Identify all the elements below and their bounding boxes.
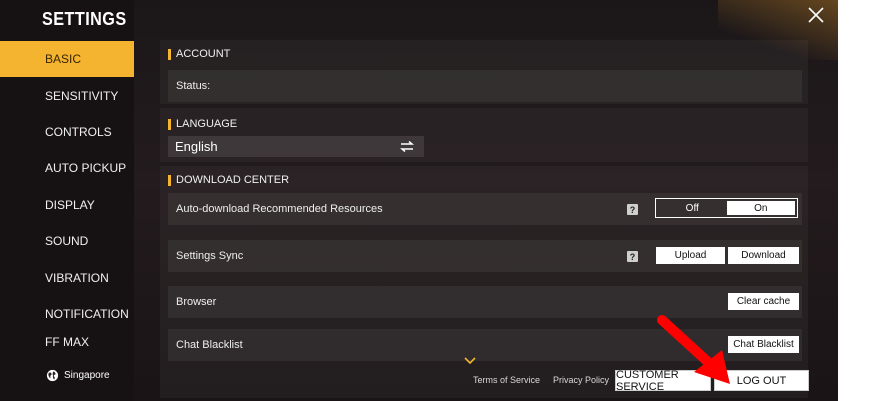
account-status-row: Status:: [168, 70, 802, 102]
help-icon[interactable]: ?: [627, 251, 638, 262]
sidebar-item-auto-pickup[interactable]: AUTO PICKUP: [0, 150, 134, 186]
sidebar-nav: BASIC SENSITIVITY CONTROLS AUTO PICKUP D…: [0, 41, 134, 352]
swap-arrows-icon: [400, 141, 414, 152]
section-accent-bar: [168, 48, 171, 60]
sidebar-item-controls[interactable]: CONTROLS: [0, 114, 134, 150]
section-accent-bar: [168, 174, 171, 186]
sidebar-item-display[interactable]: DISPLAY: [0, 187, 134, 223]
download-center-title-label: DOWNLOAD CENTER: [176, 174, 290, 186]
account-title-label: ACCOUNT: [176, 48, 231, 60]
language-title-label: LANGUAGE: [176, 118, 238, 130]
toggle-on-option[interactable]: On: [726, 201, 795, 215]
auto-download-toggle[interactable]: Off On: [655, 198, 798, 218]
language-selected-value: English: [175, 139, 218, 154]
sidebar: SETTINGS BASIC SENSITIVITY CONTROLS AUTO…: [0, 0, 134, 401]
help-icon[interactable]: ?: [627, 204, 638, 215]
sidebar-item-sound[interactable]: SOUND: [0, 223, 134, 259]
browser-label: Browser: [176, 296, 217, 308]
privacy-policy-link[interactable]: Privacy Policy: [553, 375, 609, 385]
account-section-title: ACCOUNT: [168, 48, 230, 60]
chat-blacklist-label: Chat Blacklist: [176, 339, 243, 351]
download-center-section-title: DOWNLOAD CENTER: [168, 174, 289, 186]
download-button[interactable]: Download: [728, 247, 799, 264]
settings-sync-label: Settings Sync: [176, 250, 244, 262]
terms-of-service-link[interactable]: Terms of Service: [473, 375, 540, 385]
region-selector[interactable]: Singapore: [46, 369, 110, 382]
toggle-off-option[interactable]: Off: [658, 201, 727, 215]
auto-download-label: Auto-download Recommended Resources: [176, 203, 383, 215]
page-title: SETTINGS: [42, 9, 127, 29]
sidebar-item-vibration[interactable]: VIBRATION: [0, 259, 134, 295]
upload-button[interactable]: Upload: [656, 247, 725, 264]
language-section-title: LANGUAGE: [168, 118, 237, 130]
sidebar-item-ff-max[interactable]: FF MAX: [0, 332, 134, 352]
chat-blacklist-button[interactable]: Chat Blacklist: [728, 336, 799, 353]
sidebar-item-notification[interactable]: NOTIFICATION: [0, 296, 134, 332]
language-section: LANGUAGE English: [160, 108, 808, 162]
account-section: ACCOUNT Status:: [160, 40, 808, 104]
language-dropdown[interactable]: English: [168, 136, 424, 157]
close-icon[interactable]: [806, 5, 826, 25]
section-accent-bar: [168, 118, 171, 130]
settings-screen: SETTINGS BASIC SENSITIVITY CONTROLS AUTO…: [0, 0, 838, 401]
account-status-label: Status:: [176, 80, 211, 92]
chevron-down-icon[interactable]: [464, 357, 476, 365]
globe-icon: [46, 369, 59, 382]
clear-cache-button[interactable]: Clear cache: [728, 293, 799, 310]
red-annotation-arrow: [657, 315, 730, 384]
sidebar-item-basic[interactable]: BASIC: [0, 41, 134, 78]
sidebar-item-sensitivity[interactable]: SENSITIVITY: [0, 77, 134, 113]
region-label: Singapore: [64, 370, 110, 381]
